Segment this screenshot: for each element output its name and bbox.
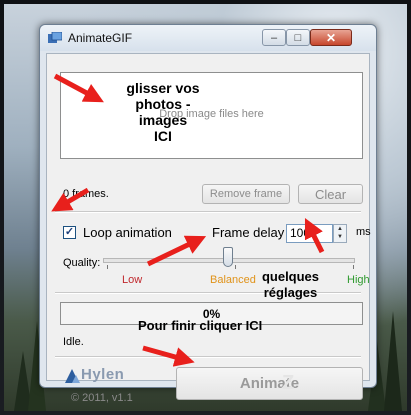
quality-high-label: High <box>347 274 370 286</box>
status-text: Idle. <box>63 336 84 348</box>
finish-annotation: Pour finir cliquer ICI <box>138 318 263 333</box>
slider-tick <box>353 265 354 269</box>
logo-text: Hylen <box>81 366 125 383</box>
spin-down-icon[interactable]: ▼ <box>334 233 346 241</box>
background-tree <box>384 311 402 411</box>
copyright-text: © 2011, v1.1 <box>71 392 133 404</box>
frames-count: 0 frames. <box>63 188 109 200</box>
quality-slider-thumb[interactable] <box>223 247 233 267</box>
annotation-line: réglages <box>263 285 318 300</box>
divider <box>55 211 361 213</box>
maximize-button[interactable]: □ <box>286 29 310 46</box>
window-title: AnimateGIF <box>68 31 133 45</box>
annotation-line: glisser vos <box>126 80 200 96</box>
quality-label: Quality: <box>63 257 101 269</box>
annotation-line: photos - <box>135 96 191 112</box>
clear-button[interactable]: Clear <box>298 184 363 204</box>
frame-delay-spinner[interactable]: ▲ ▼ <box>333 224 347 243</box>
loop-animation-checkbox[interactable]: ✓ <box>63 226 76 239</box>
drop-annotation: glisser vos photos - images ICI <box>103 80 223 144</box>
animategif-app-icon <box>48 32 62 43</box>
annotation-line: ICI <box>154 128 172 144</box>
remove-frame-button[interactable]: Remove frame <box>202 184 290 204</box>
divider <box>55 356 361 358</box>
quality-low-label: Low <box>122 274 143 286</box>
settings-annotation: quelques réglages <box>243 269 338 301</box>
title-bar[interactable]: AnimateGIF – □ ✕ <box>40 25 376 51</box>
spin-up-icon[interactable]: ▲ <box>334 225 346 233</box>
annotation-line: images <box>138 112 188 128</box>
loop-animation-label[interactable]: Loop animation <box>83 225 172 240</box>
annotation-line: quelques <box>261 269 320 284</box>
frame-delay-unit: ms <box>356 226 371 238</box>
frame-delay-label: Frame delay <box>212 225 285 240</box>
animate-button[interactable]: Animate <box>176 367 363 400</box>
slider-tick <box>235 265 236 269</box>
frame-delay-input[interactable]: 100 <box>286 224 333 243</box>
close-button[interactable]: ✕ <box>310 29 352 46</box>
watermark-logo-icon: Z <box>282 372 295 394</box>
minimize-button[interactable]: – <box>262 29 286 46</box>
slider-tick <box>107 265 108 269</box>
